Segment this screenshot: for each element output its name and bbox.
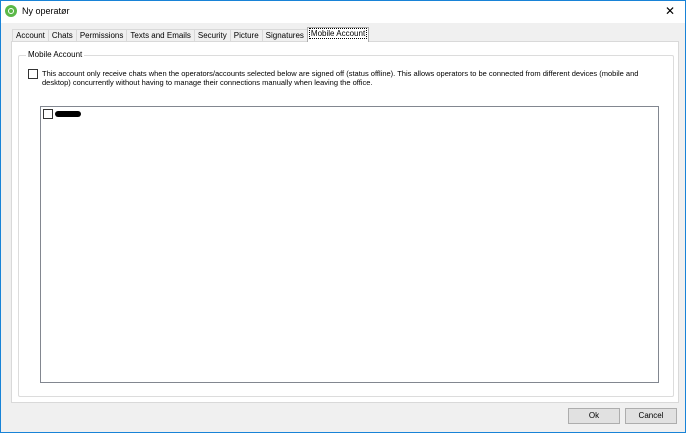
title-bar: Ny operatør ✕ — [1, 1, 685, 23]
window-title: Ny operatør — [22, 6, 70, 16]
offline-only-label: This account only receive chats when the… — [42, 69, 639, 87]
close-icon[interactable]: ✕ — [655, 1, 685, 23]
offline-only-checkbox[interactable] — [28, 69, 38, 79]
redacted-operator-name — [55, 111, 81, 117]
ok-button[interactable]: Ok — [568, 408, 620, 424]
mobile-account-group: Mobile Account This account only receive… — [18, 50, 674, 397]
operator-dialog: Ny operatør ✕ Account Chats Permissions … — [0, 0, 686, 433]
operator-checkbox[interactable] — [43, 109, 53, 119]
mobile-account-panel: Mobile Account This account only receive… — [11, 41, 679, 403]
tab-strip: Account Chats Permissions Texts and Emai… — [12, 27, 370, 42]
tab-mobile-account[interactable]: Mobile Account — [306, 27, 370, 42]
app-icon — [5, 5, 17, 17]
cancel-button[interactable]: Cancel — [625, 408, 677, 424]
operators-list[interactable] — [40, 106, 659, 383]
group-title: Mobile Account — [26, 50, 85, 59]
tab-mobile-account-label: Mobile Account — [308, 28, 368, 39]
